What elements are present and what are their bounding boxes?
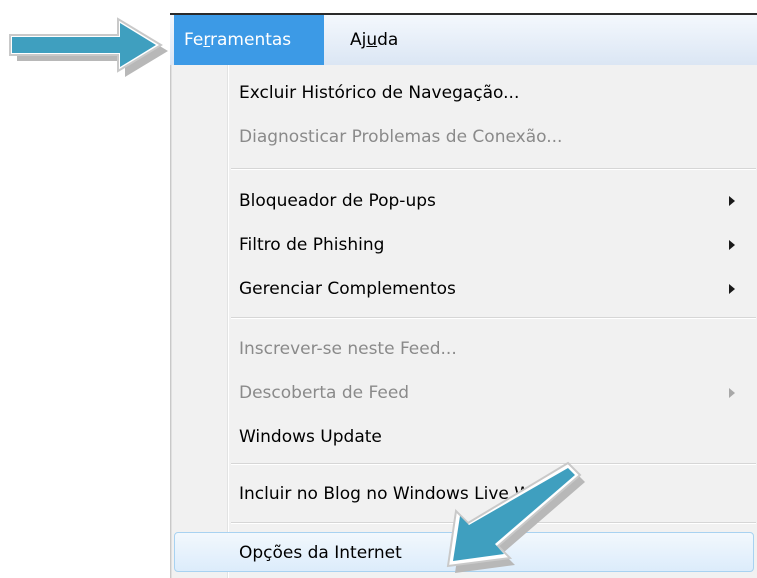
menu-item-label: Bloqueador de Pop-ups bbox=[239, 191, 436, 211]
menu-item-label: Gerenciar Complementos bbox=[239, 279, 456, 299]
submenu-arrow-icon bbox=[729, 196, 735, 206]
menu-item-descoberta-feed: Descoberta de Feed bbox=[171, 371, 757, 415]
menu-ajuda-label-b: da bbox=[377, 30, 399, 50]
menu-item-label: Descoberta de Feed bbox=[239, 383, 410, 403]
menu-ajuda-label-a: Aj bbox=[350, 30, 367, 50]
menu-item-gerenciar-complementos[interactable]: Gerenciar Complementos bbox=[171, 267, 757, 311]
menu-separator bbox=[231, 317, 756, 319]
menu-ferramentas[interactable]: Ferramentas bbox=[174, 15, 324, 65]
menu-item-label: Inscrever-se neste Feed... bbox=[239, 339, 457, 359]
menu-item-excluir-historico[interactable]: Excluir Histórico de Navegação... bbox=[171, 71, 757, 115]
menu-separator bbox=[231, 168, 756, 170]
menu-item-diagnosticar: Diagnosticar Problemas de Conexão... bbox=[171, 115, 757, 159]
menu-ajuda[interactable]: Ajuda bbox=[340, 15, 408, 65]
menu-ajuda-mnemonic: u bbox=[366, 30, 378, 50]
menu-item-windows-update[interactable]: Windows Update bbox=[171, 415, 757, 459]
menu-item-label: Windows Update bbox=[239, 427, 382, 447]
menu-item-inscrever-feed: Inscrever-se neste Feed... bbox=[171, 327, 757, 371]
menu-item-label: Filtro de Phishing bbox=[239, 235, 385, 255]
menu-item-label: Opções da Internet bbox=[239, 543, 402, 563]
menu-ferramentas-mnemonic: r bbox=[203, 30, 211, 50]
menu-bar: Ferramentas Ajuda bbox=[170, 15, 757, 66]
menu-item-label: Excluir Histórico de Navegação... bbox=[239, 83, 520, 103]
menu-item-label: Diagnosticar Problemas de Conexão... bbox=[239, 127, 563, 147]
menu-item-bloqueador-popups[interactable]: Bloqueador de Pop-ups bbox=[171, 179, 757, 223]
annotation-arrow-right-icon bbox=[9, 17, 168, 77]
menu-item-filtro-phishing[interactable]: Filtro de Phishing bbox=[171, 223, 757, 267]
menu-ferramentas-label-b: ramentas bbox=[210, 30, 292, 50]
submenu-arrow-icon bbox=[729, 284, 735, 294]
menu-ferramentas-label-a: Fe bbox=[184, 30, 204, 50]
annotation-arrow-down-left-icon bbox=[446, 461, 585, 573]
submenu-arrow-icon bbox=[729, 388, 735, 398]
submenu-arrow-icon bbox=[729, 240, 735, 250]
